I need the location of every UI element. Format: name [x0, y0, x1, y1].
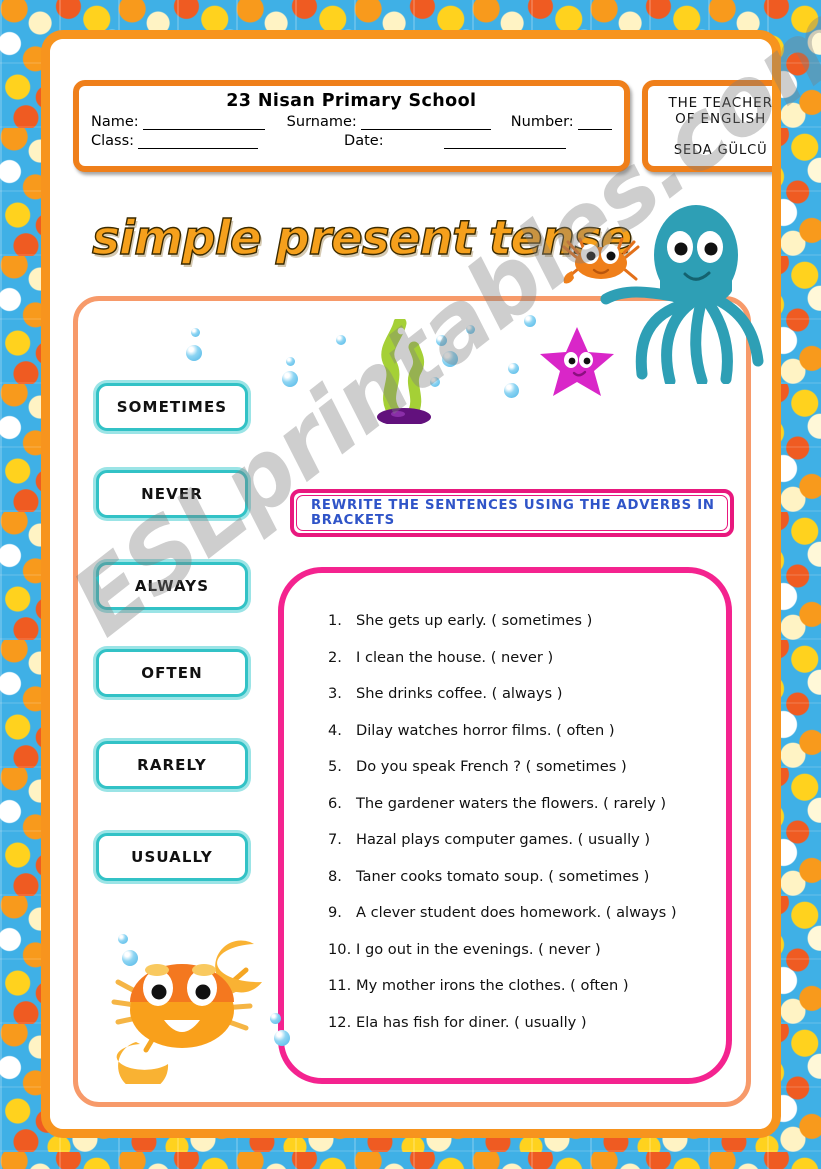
main-content-panel: SOMETIMES NEVER ALWAYS OFTEN RARELY USUA…: [73, 296, 751, 1107]
adverb-label: SOMETIMES: [116, 398, 228, 416]
student-info-box: 23 Nisan Primary School Name: Surname: N…: [73, 80, 630, 172]
number-label: Number:: [510, 114, 574, 130]
name-input[interactable]: [142, 116, 265, 130]
bubble-icon: [524, 315, 536, 327]
exercise-item: 2. I clean the house. ( never ): [328, 648, 700, 666]
bubble-icon: [186, 345, 202, 361]
instruction-banner: REWRITE THE SENTENCES USING THE ADVERBS …: [290, 489, 734, 537]
exercise-text: A clever student does homework. ( always…: [356, 904, 677, 922]
exercise-text: Dilay watches horror films. ( often ): [356, 721, 615, 739]
adverb-box-always[interactable]: ALWAYS: [96, 562, 248, 610]
exercise-number: 2.: [328, 648, 342, 666]
worksheet-header: 23 Nisan Primary School Name: Surname: N…: [73, 80, 772, 172]
exercise-number: 11.: [328, 977, 352, 995]
adverb-box-often[interactable]: OFTEN: [96, 649, 248, 697]
exercise-item: 11. My mother irons the clothes. ( often…: [328, 978, 700, 994]
exercise-number: 12.: [328, 1014, 352, 1032]
teacher-title-line1: THE TEACHER: [668, 95, 772, 111]
exercise-text: Hazal plays computer games. ( usually ): [356, 831, 651, 849]
exercise-text: She drinks coffee. ( always ): [356, 685, 563, 703]
seaweed-illustration: [366, 316, 446, 426]
date-label: Date:: [344, 133, 384, 149]
worksheet-body: 23 Nisan Primary School Name: Surname: N…: [50, 39, 772, 1129]
exercise-number: 6.: [328, 794, 342, 812]
exercise-text: The gardener waters the flowers. ( rarel…: [356, 794, 667, 812]
date-input[interactable]: [443, 135, 566, 149]
octopus-illustration: [590, 199, 770, 387]
exercise-item: 1. She gets up early. ( sometimes ): [328, 612, 700, 629]
teacher-title-line2: OF ENGLISH: [675, 111, 767, 128]
name-label: Name:: [91, 114, 139, 130]
bubble-icon: [122, 950, 138, 966]
exercise-number: 3.: [328, 685, 342, 703]
bubble-icon: [504, 383, 519, 398]
adverb-box-never[interactable]: NEVER: [96, 470, 248, 518]
adverb-list: SOMETIMES NEVER ALWAYS OFTEN RARELY USUA…: [96, 383, 248, 920]
teacher-info-box: THE TEACHER OF ENGLISH SEDA GÜLCÜ: [641, 80, 772, 172]
bubble-icon: [118, 934, 128, 944]
adverb-label: USUALLY: [131, 848, 213, 866]
bubble-icon: [442, 351, 458, 367]
exercise-number: 5.: [328, 758, 342, 776]
exercise-text: I clean the house. ( never ): [356, 648, 554, 666]
adverb-label: RARELY: [137, 756, 207, 774]
exercise-text: Taner cooks tomato soup. ( sometimes ): [356, 867, 650, 885]
exercise-item: 9. A clever student does homework. ( alw…: [328, 905, 700, 921]
surname-input[interactable]: [360, 116, 491, 130]
exercise-list: 1. She gets up early. ( sometimes ) 2. I…: [278, 567, 732, 1084]
class-label: Class:: [91, 133, 135, 149]
adverb-box-sometimes[interactable]: SOMETIMES: [96, 383, 248, 431]
bubble-icon: [286, 357, 295, 366]
adverb-label: NEVER: [141, 485, 203, 503]
adverb-box-usually[interactable]: USUALLY: [96, 833, 248, 881]
exercise-number: 9.: [328, 904, 342, 922]
exercise-item: 8. Taner cooks tomato soup. ( sometimes …: [328, 867, 700, 885]
exercise-number: 8.: [328, 867, 342, 885]
exercise-number: 1.: [328, 612, 342, 629]
bubble-icon: [191, 328, 200, 337]
small-crab-illustration: [558, 235, 644, 291]
exercise-text: Ela has fish for diner. ( usually ): [356, 1014, 587, 1032]
exercise-text: Do you speak French ? ( sometimes ): [356, 758, 627, 776]
adverb-label: OFTEN: [141, 664, 203, 682]
teacher-name: SEDA GÜLCÜ: [673, 142, 768, 158]
adverb-box-rarely[interactable]: RARELY: [96, 741, 248, 789]
exercise-text: She gets up early. ( sometimes ): [356, 612, 593, 629]
surname-label: Surname:: [286, 114, 357, 130]
bubble-icon: [430, 377, 440, 387]
instruction-text: REWRITE THE SENTENCES USING THE ADVERBS …: [311, 498, 715, 528]
exercise-number: 10.: [328, 940, 352, 958]
bubble-icon: [508, 363, 519, 374]
bubble-icon: [274, 1030, 290, 1046]
exercise-number: 7.: [328, 831, 342, 849]
bubble-icon: [282, 371, 298, 387]
bubble-icon: [270, 1013, 281, 1024]
number-input[interactable]: [577, 116, 612, 130]
exercise-item: 5. Do you speak French ? ( sometimes ): [328, 759, 700, 775]
exercise-number: 4.: [328, 721, 342, 739]
bubble-icon: [336, 335, 346, 345]
school-name: 23 Nisan Primary School: [226, 91, 477, 111]
exercise-item: 7. Hazal plays computer games. ( usually…: [328, 832, 700, 848]
bubble-icon: [436, 335, 447, 346]
bubble-icon: [466, 325, 475, 334]
exercise-item: 12. Ela has fish for diner. ( usually ): [328, 1014, 700, 1032]
exercise-item: 6. The gardener waters the flowers. ( ra…: [328, 794, 700, 812]
exercise-item: 3. She drinks coffee. ( always ): [328, 686, 700, 702]
big-crab-illustration: [100, 924, 285, 1091]
header-line-2: Class: Date:: [91, 133, 612, 149]
exercise-item: 4. Dilay watches horror films. ( often ): [328, 721, 700, 739]
adverb-label: ALWAYS: [134, 577, 210, 595]
worksheet-frame: 23 Nisan Primary School Name: Surname: N…: [41, 30, 781, 1138]
header-line-1: Name: Surname: Number:: [91, 114, 612, 130]
exercise-text: My mother irons the clothes. ( often ): [356, 977, 629, 995]
exercise-item: 10. I go out in the evenings. ( never ): [328, 940, 700, 958]
exercise-text: I go out in the evenings. ( never ): [356, 940, 601, 958]
class-input[interactable]: [138, 135, 259, 149]
